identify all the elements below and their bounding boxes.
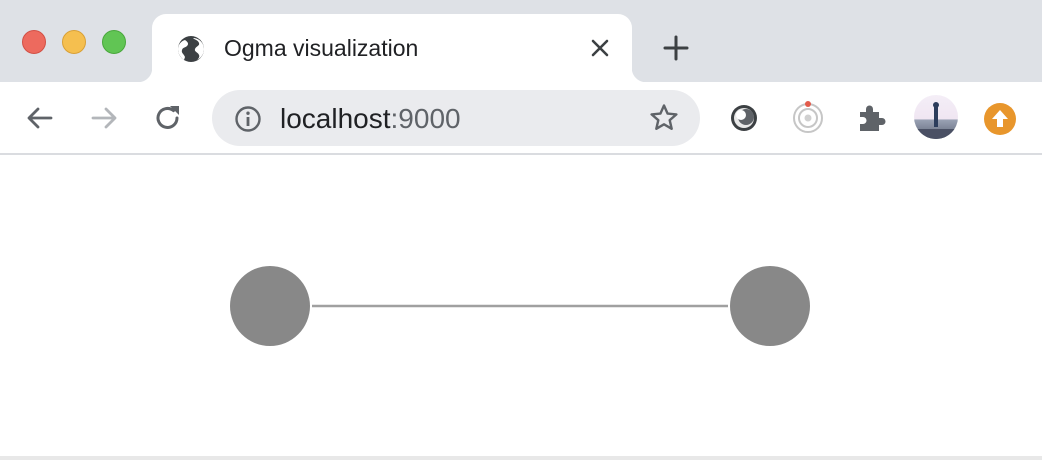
- lens-extension-icon[interactable]: [726, 100, 762, 136]
- window-close-button[interactable]: [22, 30, 46, 54]
- update-button[interactable]: [984, 103, 1016, 135]
- url-host: localhost: [280, 103, 391, 134]
- url-port: :9000: [390, 103, 461, 134]
- update-arrow-icon: [992, 110, 1008, 127]
- bottom-divider: [0, 456, 1042, 460]
- graph-canvas[interactable]: [0, 157, 1042, 457]
- target-extension-icon[interactable]: [790, 100, 826, 136]
- graph-node[interactable]: [230, 266, 310, 346]
- close-icon[interactable]: [588, 36, 612, 60]
- puzzle-extensions-icon[interactable]: [854, 100, 890, 136]
- new-tab-icon[interactable]: [662, 34, 690, 62]
- window-minimize-button[interactable]: [62, 30, 86, 54]
- browser-toolbar: localhost:9000: [0, 82, 1042, 155]
- tab-strip: Ogma visualization: [0, 0, 1042, 82]
- graph-node[interactable]: [730, 266, 810, 346]
- browser-tab[interactable]: Ogma visualization: [138, 14, 646, 82]
- info-icon[interactable]: [234, 105, 262, 133]
- arrow-back-icon[interactable]: [24, 102, 56, 134]
- globe-icon: [178, 36, 204, 62]
- avatar[interactable]: [914, 95, 958, 139]
- person-photo-icon: [914, 102, 958, 139]
- url-text[interactable]: localhost:9000: [280, 103, 461, 135]
- address-bar[interactable]: localhost:9000: [212, 90, 700, 146]
- reload-icon[interactable]: [152, 102, 184, 134]
- tab-title: Ogma visualization: [224, 35, 419, 61]
- window-maximize-button[interactable]: [102, 30, 126, 54]
- page-viewport: [0, 157, 1042, 457]
- star-icon[interactable]: [648, 102, 680, 134]
- arrow-forward-icon[interactable]: [88, 102, 120, 134]
